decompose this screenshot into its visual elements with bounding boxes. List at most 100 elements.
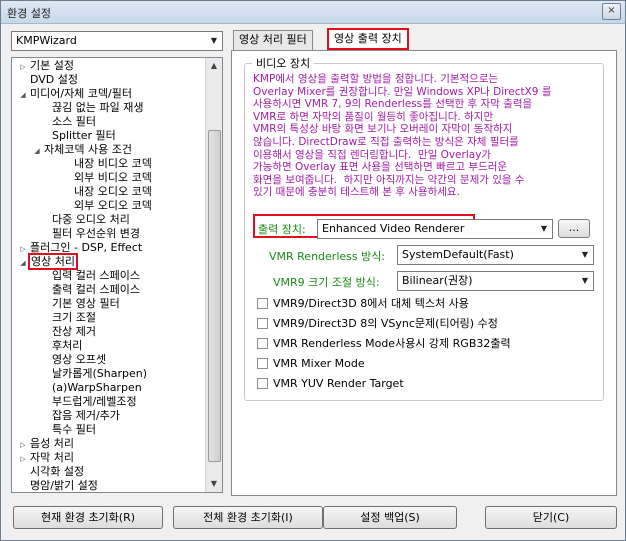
tree-item-label: 외부 오디오 코덱 <box>74 199 152 212</box>
tree-item[interactable]: 외부 오디오 코덱 <box>62 199 154 213</box>
tree-item[interactable]: 끊김 없는 파일 재생 <box>40 101 145 115</box>
browse-button[interactable]: ... <box>558 219 590 238</box>
tree-item[interactable]: 내장 비디오 코덱 <box>62 157 154 171</box>
resize-value: Bilinear(권장) <box>402 274 473 287</box>
tree-item[interactable]: 잔상 제거 <box>40 325 98 339</box>
output-device-select[interactable]: Enhanced Video Renderer ▼ <box>317 219 553 239</box>
renderless-value: SystemDefault(Fast) <box>402 248 514 261</box>
chevron-down-icon: ▼ <box>210 36 218 45</box>
scroll-down-icon[interactable]: ▼ <box>206 476 222 492</box>
tree-item[interactable]: ▷ 음성 처리 <box>18 437 76 451</box>
tree-item[interactable]: 외부 비디오 코덱 <box>62 171 154 185</box>
tab-video-output[interactable]: 영상 출력 장치 <box>327 28 409 50</box>
tree-item[interactable]: 영상 오프셋 <box>40 353 108 367</box>
expand-toggle-icon[interactable]: ▷ <box>18 242 28 256</box>
checkbox-yuv-target[interactable]: VMR YUV Render Target <box>257 377 404 391</box>
tree-item[interactable]: 명암/밝기 설정 <box>18 479 100 492</box>
tree-item-label: Splitter 필터 <box>52 129 116 142</box>
close-button[interactable]: 닫기(C) <box>485 506 617 529</box>
tree-item[interactable]: 출력 컬러 스페이스 <box>40 283 142 297</box>
tree-item[interactable]: 내장 오디오 코덱 <box>62 185 154 199</box>
tree-item[interactable]: 다중 오디오 처리 <box>40 213 132 227</box>
tree-item-label: 음성 처리 <box>30 437 74 450</box>
checkbox-mixer-mode[interactable]: VMR Mixer Mode <box>257 357 365 371</box>
tree-item-label: 잔상 제거 <box>52 325 96 338</box>
checkbox-box[interactable] <box>257 358 268 369</box>
tree-scrollbar[interactable]: ▲ ▼ <box>205 58 222 492</box>
window-title: 환경 설정 <box>7 7 51 20</box>
tab-video-output-label: 영상 출력 장치 <box>334 32 402 45</box>
renderless-label: VMR Renderless 방식: <box>269 250 386 263</box>
tree-item[interactable]: ◢ 미디어/자체 코덱/필터 <box>18 87 134 101</box>
expand-toggle-icon[interactable]: ◢ <box>32 144 42 158</box>
tree-item[interactable]: ▷ 기본 설정 <box>18 59 76 73</box>
tree-item[interactable]: 시각화 설정 <box>18 465 86 479</box>
tree-item-label: DVD 설정 <box>30 73 79 86</box>
checkbox-box[interactable] <box>257 378 268 389</box>
tree-item[interactable]: 입력 컬러 스페이스 <box>40 269 142 283</box>
group-title: 비디오 장치 <box>252 55 315 71</box>
profile-combo[interactable]: KMPWizard ▼ <box>11 31 223 51</box>
tree-item[interactable]: ◢ 자체코덱 사용 조건 <box>32 143 134 157</box>
settings-window: 환경 설정 × KMPWizard ▼ ▷ 기본 설정 DVD 설정 ◢ 미디어/자체 … <box>0 0 626 541</box>
tree-item-label: 내장 비디오 코덱 <box>74 157 152 170</box>
expand-toggle-icon[interactable]: ▷ <box>18 438 28 452</box>
tab-video-filter-label: 영상 처리 필터 <box>239 33 307 46</box>
tree-item[interactable]: 날카롭게(Sharpen) <box>40 367 149 381</box>
tree-item-label: 영상 처리 <box>28 253 78 270</box>
description-text: KMP에서 영상을 출력할 방법을 정합니다. 기본적으로는 Overlay M… <box>253 73 552 199</box>
tree-item-label: 날카롭게(Sharpen) <box>52 367 148 380</box>
checkbox-force-rgb32[interactable]: VMR Renderless Mode사용시 강제 RGB32출력 <box>257 337 511 351</box>
checkbox-label: VMR Mixer Mode <box>273 357 365 370</box>
tree-item[interactable]: 후처리 <box>40 339 84 353</box>
checkbox-box[interactable] <box>257 338 268 349</box>
tree-item[interactable]: 부드럽게/레벨조정 <box>40 395 139 409</box>
checkbox-label: VMR Renderless Mode사용시 강제 RGB32출력 <box>273 337 511 350</box>
tree-item[interactable]: 소스 필터 <box>40 115 98 129</box>
checkbox-label: VMR9/Direct3D 8에서 대체 텍스처 사용 <box>273 297 469 310</box>
tree-item-label: 다중 오디오 처리 <box>52 213 130 226</box>
tree-item[interactable]: 필터 우선순위 변경 <box>40 227 142 241</box>
checkbox-label: VMR9/Direct3D 8의 VSync문제(티어링) 수정 <box>273 317 498 330</box>
output-device-value: Enhanced Video Renderer <box>322 222 465 235</box>
tree-item-label: 소스 필터 <box>52 115 96 128</box>
close-icon[interactable]: × <box>602 3 621 20</box>
checkbox-box[interactable] <box>257 298 268 309</box>
scroll-thumb[interactable] <box>208 130 221 462</box>
tree-item[interactable]: Splitter 필터 <box>40 129 118 143</box>
chevron-down-icon: ▼ <box>581 276 589 285</box>
tree-item-label: 기본 설정 <box>30 59 74 72</box>
tree-item-label: (a)WarpSharpen <box>52 381 142 394</box>
profile-combo-value: KMPWizard <box>16 34 77 47</box>
checkbox-vsync-fix[interactable]: VMR9/Direct3D 8의 VSync문제(티어링) 수정 <box>257 317 498 331</box>
expand-toggle-icon[interactable]: ▷ <box>18 452 28 466</box>
checkbox-label: VMR YUV Render Target <box>273 377 404 390</box>
tree-item-label: 크기 조절 <box>52 311 96 324</box>
checkbox-box[interactable] <box>257 318 268 329</box>
tree-item[interactable]: 크기 조절 <box>40 311 98 325</box>
resize-label: VMR9 크기 조절 방식: <box>273 276 380 289</box>
reset-all-button[interactable]: 전체 환경 초기화(I) <box>173 506 323 529</box>
tab-video-filter[interactable]: 영상 처리 필터 <box>233 30 313 50</box>
tree-item[interactable]: 기본 영상 필터 <box>40 297 122 311</box>
tree-item-label: 내장 오디오 코덱 <box>74 185 152 198</box>
settings-tree[interactable]: ▷ 기본 설정 DVD 설정 ◢ 미디어/자체 코덱/필터 끊김 없는 파일 재생 소스 필… <box>11 57 223 493</box>
tree-item[interactable]: ▷ 자막 처리 <box>18 451 76 465</box>
expand-toggle-icon[interactable]: ◢ <box>18 88 28 102</box>
tree-item[interactable]: (a)WarpSharpen <box>40 381 144 395</box>
resize-select[interactable]: Bilinear(권장) ▼ <box>397 271 594 291</box>
expand-toggle-icon[interactable]: ◢ <box>18 256 28 270</box>
tree-item-label: 영상 오프셋 <box>52 353 107 366</box>
tree-item[interactable]: DVD 설정 <box>18 73 80 87</box>
tree-item[interactable]: 잡음 제거/추가 <box>40 409 122 423</box>
scroll-up-icon[interactable]: ▲ <box>206 58 222 74</box>
tree-item[interactable]: ◢ 영상 처리 <box>18 253 78 270</box>
reset-current-button[interactable]: 현재 환경 초기화(R) <box>13 506 163 529</box>
backup-button[interactable]: 설정 백업(S) <box>323 506 457 529</box>
tree-item-label: 부드럽게/레벨조정 <box>52 395 137 408</box>
tree-item[interactable]: 특수 필터 <box>40 423 98 437</box>
renderless-select[interactable]: SystemDefault(Fast) ▼ <box>397 245 594 265</box>
chevron-down-icon: ▼ <box>540 224 548 233</box>
checkbox-alt-texture[interactable]: VMR9/Direct3D 8에서 대체 텍스처 사용 <box>257 297 469 311</box>
expand-toggle-icon[interactable]: ▷ <box>18 60 28 74</box>
